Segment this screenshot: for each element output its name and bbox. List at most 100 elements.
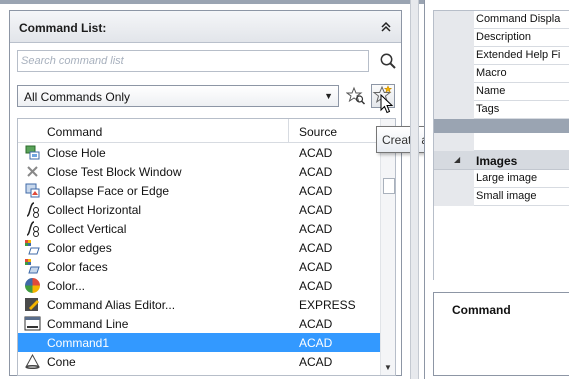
command-source: ACAD xyxy=(299,279,333,293)
panel-header: Command List: xyxy=(10,11,401,43)
property-label: Extended Help Fi xyxy=(476,49,561,61)
column-header-source[interactable]: Source xyxy=(299,125,337,139)
command-source: ACAD xyxy=(299,317,333,331)
command-name: Command1 xyxy=(47,336,110,350)
collect-vertical-icon xyxy=(26,221,39,237)
panel-title: Command List: xyxy=(19,21,107,35)
property-gutter xyxy=(434,101,474,119)
command-name: Collect Horizontal xyxy=(47,203,142,217)
list-item[interactable]: Collect Vertical ACAD xyxy=(18,219,380,238)
color-wheel-icon xyxy=(25,278,40,293)
search-icon[interactable] xyxy=(379,52,397,70)
scroll-down-icon[interactable]: ▼ xyxy=(384,363,392,372)
collapse-face-icon xyxy=(25,183,40,198)
property-row-blank[interactable] xyxy=(434,133,569,151)
command-name: Command Alias Editor... xyxy=(47,298,176,312)
properties-grid: Command Displa Description Extended Help… xyxy=(433,10,569,280)
property-label: Name xyxy=(476,85,506,97)
color-faces-icon xyxy=(25,259,40,274)
command-name: Close Hole xyxy=(47,146,106,160)
list-item[interactable]: Color edges ACAD xyxy=(18,238,380,257)
command-source: ACAD xyxy=(299,203,333,217)
collapse-triangle-icon[interactable]: ◢ xyxy=(454,155,460,164)
properties-panel: Command Displa Description Extended Help… xyxy=(424,0,569,379)
chevron-down-icon: ▼ xyxy=(324,91,333,101)
scrollbar-thumb[interactable] xyxy=(383,178,395,194)
command-name: Command Line xyxy=(47,317,129,331)
collect-horizontal-icon xyxy=(26,202,39,218)
command-name: Cone xyxy=(47,355,76,369)
property-row[interactable]: Macro xyxy=(434,65,569,83)
close-hole-icon xyxy=(25,145,40,160)
search-input-wrapper xyxy=(17,50,369,72)
property-row[interactable]: Name xyxy=(434,83,569,101)
close-test-block-icon xyxy=(27,166,38,177)
property-row[interactable]: Large image xyxy=(434,170,569,188)
list-item[interactable]: Cone ACAD xyxy=(18,352,380,371)
command-line-icon xyxy=(24,316,41,331)
property-gutter xyxy=(434,188,474,206)
property-row[interactable]: Command Displa xyxy=(434,11,569,29)
property-gutter xyxy=(434,29,474,47)
command-source: ACAD xyxy=(299,355,333,369)
customize-dialog: Command List: All Commands Only ▼ xyxy=(0,0,569,379)
command-name: Color... xyxy=(47,279,86,293)
command-source: EXPRESS xyxy=(299,298,356,312)
property-row[interactable]: Small image xyxy=(434,188,569,206)
command-source: ACAD xyxy=(299,146,333,160)
cone-icon xyxy=(25,353,40,369)
command-list-panel: Command List: All Commands Only ▼ xyxy=(9,10,402,376)
column-header-command[interactable]: Command xyxy=(47,125,102,139)
grid-separator xyxy=(434,119,569,133)
command-list[interactable]: Command Source Close Hole ACAD Close Tes… xyxy=(17,118,396,376)
property-row[interactable]: Description xyxy=(434,29,569,47)
command-name: Close Test Block Window xyxy=(47,165,182,179)
property-label: Macro xyxy=(476,67,507,79)
list-item[interactable]: Color faces ACAD xyxy=(18,257,380,276)
property-label: Tags xyxy=(476,103,500,115)
property-row[interactable]: Tags xyxy=(434,101,569,119)
find-command-icon[interactable] xyxy=(346,86,366,106)
collapse-up-icon[interactable] xyxy=(379,20,393,34)
column-divider[interactable] xyxy=(288,119,289,143)
property-gutter xyxy=(434,47,474,65)
list-item[interactable]: Close Hole ACAD xyxy=(18,143,380,162)
command-name: Color faces xyxy=(47,260,108,274)
command-source: ACAD xyxy=(299,336,333,350)
filter-selected-value: All Commands Only xyxy=(24,90,131,104)
property-gutter xyxy=(434,65,474,83)
property-label: Command Displa xyxy=(476,13,561,25)
category-label: Images xyxy=(476,154,518,168)
command-source: ACAD xyxy=(299,222,333,236)
command-name: Color edges xyxy=(47,241,112,255)
list-item[interactable]: Command Line ACAD xyxy=(18,314,380,333)
command-source: ACAD xyxy=(299,165,333,179)
panel-splitter[interactable] xyxy=(410,0,419,379)
list-item[interactable]: Close Test Block Window ACAD xyxy=(18,162,380,181)
list-item[interactable]: Collapse Face or Edge ACAD xyxy=(18,181,380,200)
property-gutter xyxy=(434,133,474,151)
command-source: ACAD xyxy=(299,241,333,255)
list-scrollbar[interactable]: ▼ xyxy=(380,119,395,375)
command-name: Collect Vertical xyxy=(47,222,127,236)
list-item[interactable]: Command Alias Editor... EXPRESS xyxy=(18,295,380,314)
command-name: Collapse Face or Edge xyxy=(47,184,170,198)
mouse-cursor-icon xyxy=(380,94,394,114)
property-gutter xyxy=(434,11,474,29)
property-label: Large image xyxy=(476,172,538,184)
property-label: Description xyxy=(476,31,532,43)
command-box-label: Command xyxy=(452,303,511,317)
list-item[interactable]: Color... ACAD xyxy=(18,276,380,295)
color-edges-icon xyxy=(25,240,40,255)
command-alias-editor-icon xyxy=(25,298,39,311)
list-item[interactable]: Collect Horizontal ACAD xyxy=(18,200,380,219)
command-source: ACAD xyxy=(299,260,333,274)
search-input[interactable] xyxy=(18,51,368,71)
property-gutter xyxy=(434,170,474,188)
property-gutter xyxy=(434,83,474,101)
list-item-selected[interactable]: Command1 ACAD xyxy=(18,333,380,352)
command-description-box: Command xyxy=(433,292,569,376)
filter-dropdown[interactable]: All Commands Only ▼ xyxy=(17,85,339,107)
category-row-images[interactable]: ◢ Images xyxy=(434,151,569,170)
property-row[interactable]: Extended Help Fi xyxy=(434,47,569,65)
